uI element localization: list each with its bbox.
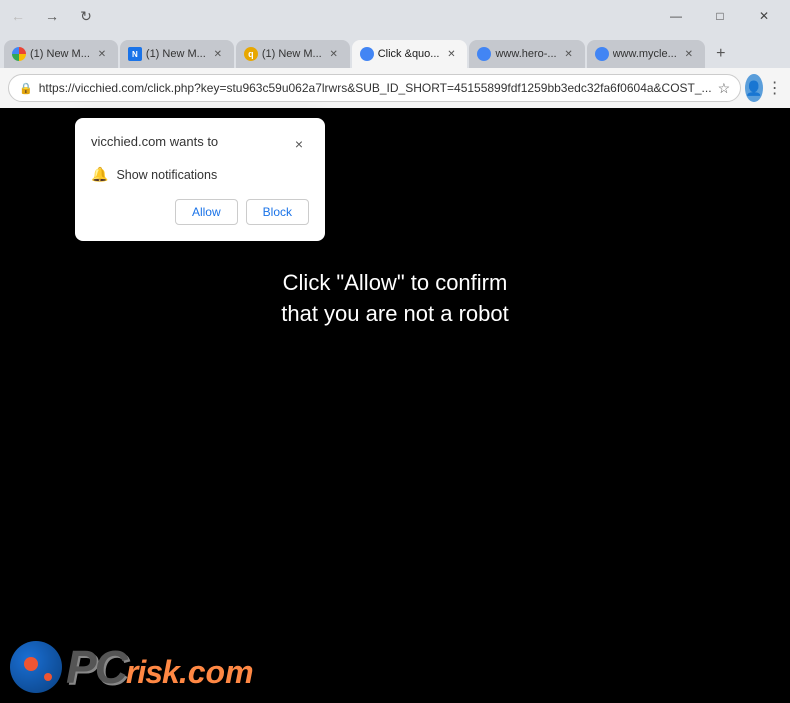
pcrisk-risk-text: risk (126, 656, 179, 688)
title-left: ← → ↻ (4, 2, 654, 30)
bookmark-icon[interactable]: ☆ (718, 80, 731, 97)
tab-1-title: (1) New M... (30, 48, 90, 60)
profile-button[interactable]: 👤 (745, 74, 762, 102)
url-text: https://vicchied.com/click.php?key=stu96… (39, 81, 712, 95)
tab-5-title: www.hero-... (495, 48, 556, 60)
tab-1[interactable]: (1) New M... ✕ (4, 40, 118, 68)
tab-5-favicon (477, 47, 491, 61)
forward-button[interactable]: → (38, 2, 66, 30)
title-bar: ← → ↻ — □ ✕ (0, 0, 790, 32)
tab-6-close[interactable]: ✕ (681, 46, 697, 62)
tab-4-close[interactable]: ✕ (443, 46, 459, 62)
tab-5[interactable]: www.hero-... ✕ (469, 40, 584, 68)
pcrisk-com-text: com (188, 654, 254, 691)
tab-1-close[interactable]: ✕ (94, 46, 110, 62)
tab-4[interactable]: Click &quo... ✕ (352, 40, 468, 68)
tab-3-title: (1) New M... (262, 48, 322, 60)
tab-6-favicon (595, 47, 609, 61)
tab-bar: (1) New M... ✕ N (1) New M... ✕ q (1) Ne… (0, 32, 790, 68)
pcrisk-text: PC risk . com (66, 644, 254, 691)
pcrisk-ball-icon (10, 641, 62, 693)
tab-6-title: www.mycle... (613, 48, 677, 60)
minimize-button[interactable]: — (654, 0, 698, 32)
tab-5-close[interactable]: ✕ (561, 46, 577, 62)
pcrisk-dot-text: . (179, 654, 188, 691)
address-bar[interactable]: 🔒 https://vicchied.com/click.php?key=stu… (8, 74, 741, 102)
tab-2-favicon: N (128, 47, 142, 61)
tab-4-title: Click &quo... (378, 48, 440, 60)
tab-2[interactable]: N (1) New M... ✕ (120, 40, 234, 68)
popup-notification-row: 🔔 Show notifications (91, 166, 309, 183)
main-text-line2: that you are not a robot (0, 299, 790, 330)
tab-3-close[interactable]: ✕ (326, 46, 342, 62)
window-controls: — □ ✕ (654, 0, 786, 32)
popup-buttons: Allow Block (91, 199, 309, 225)
popup-close-button[interactable]: × (289, 134, 309, 154)
tab-3[interactable]: q (1) New M... ✕ (236, 40, 350, 68)
close-button[interactable]: ✕ (742, 0, 786, 32)
allow-button[interactable]: Allow (175, 199, 238, 225)
bell-icon: 🔔 (91, 166, 108, 183)
menu-button[interactable]: ⋮ (767, 74, 783, 102)
nav-bar: 🔒 https://vicchied.com/click.php?key=stu… (0, 68, 790, 108)
pcrisk-pc-text: PC (66, 644, 126, 690)
tab-3-favicon: q (244, 47, 258, 61)
page-content: vicchied.com wants to × 🔔 Show notificat… (0, 108, 790, 703)
tab-4-favicon (360, 47, 374, 61)
popup-header: vicchied.com wants to × (91, 134, 309, 154)
tab-6[interactable]: www.mycle... ✕ (587, 40, 705, 68)
reload-button[interactable]: ↻ (72, 2, 100, 30)
main-message: Click "Allow" to confirm that you are no… (0, 268, 790, 330)
lock-icon: 🔒 (19, 82, 33, 95)
browser-window: ← → ↻ — □ ✕ (1) New M... ✕ N (1) New M..… (0, 0, 790, 108)
block-button[interactable]: Block (246, 199, 309, 225)
popup-title: vicchied.com wants to (91, 134, 218, 149)
tab-2-title: (1) New M... (146, 48, 206, 60)
tab-2-close[interactable]: ✕ (210, 46, 226, 62)
popup-notification-text: Show notifications (116, 168, 217, 182)
maximize-button[interactable]: □ (698, 0, 742, 32)
back-button[interactable]: ← (4, 2, 32, 30)
main-text-line1: Click "Allow" to confirm (0, 268, 790, 299)
tab-1-favicon (12, 47, 26, 61)
notification-popup: vicchied.com wants to × 🔔 Show notificat… (75, 118, 325, 241)
pcrisk-logo: PC risk . com (10, 641, 254, 693)
new-tab-button[interactable]: + (707, 40, 735, 68)
